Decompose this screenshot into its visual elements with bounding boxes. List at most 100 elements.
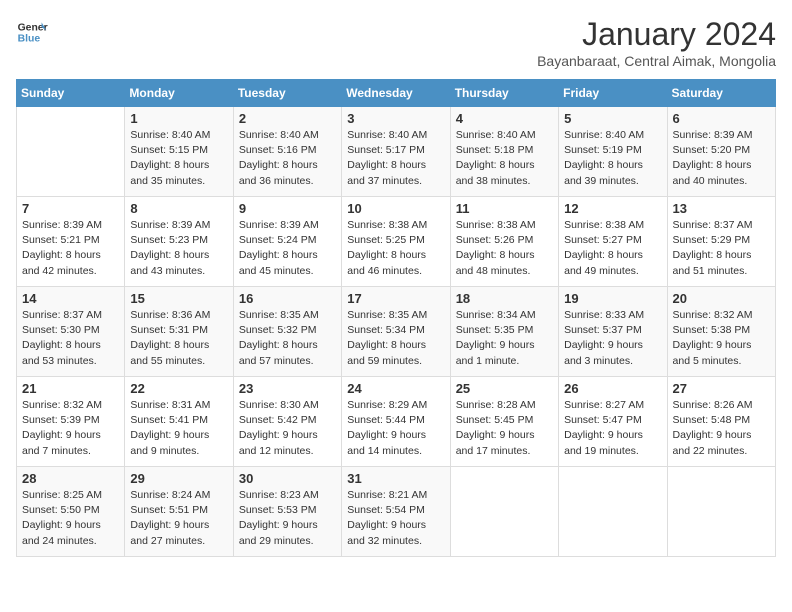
calendar-cell: 3 Sunrise: 8:40 AM Sunset: 5:17 PM Dayli… <box>342 107 450 197</box>
sunset-text: Sunset: 5:31 PM <box>130 324 208 336</box>
sunset-text: Sunset: 5:45 PM <box>456 414 534 426</box>
daylight-text: Daylight: 8 hours and 35 minutes. <box>130 159 209 186</box>
daylight-text: Daylight: 8 hours and 57 minutes. <box>239 339 318 366</box>
sunrise-text: Sunrise: 8:21 AM <box>347 489 427 501</box>
sunrise-text: Sunrise: 8:40 AM <box>130 129 210 141</box>
day-number: 10 <box>347 201 444 216</box>
sunset-text: Sunset: 5:17 PM <box>347 144 425 156</box>
day-number: 15 <box>130 291 227 306</box>
day-info: Sunrise: 8:38 AM Sunset: 5:26 PM Dayligh… <box>456 218 553 279</box>
day-number: 23 <box>239 381 336 396</box>
day-info: Sunrise: 8:34 AM Sunset: 5:35 PM Dayligh… <box>456 308 553 369</box>
logo-icon: General Blue <box>16 16 48 48</box>
daylight-text: Daylight: 8 hours and 38 minutes. <box>456 159 535 186</box>
sunset-text: Sunset: 5:47 PM <box>564 414 642 426</box>
sunrise-text: Sunrise: 8:38 AM <box>347 219 427 231</box>
daylight-text: Daylight: 9 hours and 27 minutes. <box>130 519 209 546</box>
calendar-cell: 31 Sunrise: 8:21 AM Sunset: 5:54 PM Dayl… <box>342 467 450 557</box>
calendar-cell: 8 Sunrise: 8:39 AM Sunset: 5:23 PM Dayli… <box>125 197 233 287</box>
sunrise-text: Sunrise: 8:34 AM <box>456 309 536 321</box>
daylight-text: Daylight: 9 hours and 14 minutes. <box>347 429 426 456</box>
day-number: 16 <box>239 291 336 306</box>
calendar-cell <box>450 467 558 557</box>
sunset-text: Sunset: 5:30 PM <box>22 324 100 336</box>
calendar-cell <box>17 107 125 197</box>
month-title: January 2024 <box>537 16 776 53</box>
day-info: Sunrise: 8:40 AM Sunset: 5:19 PM Dayligh… <box>564 128 661 189</box>
calendar-cell: 22 Sunrise: 8:31 AM Sunset: 5:41 PM Dayl… <box>125 377 233 467</box>
calendar-cell: 29 Sunrise: 8:24 AM Sunset: 5:51 PM Dayl… <box>125 467 233 557</box>
sunset-text: Sunset: 5:51 PM <box>130 504 208 516</box>
calendar-cell: 14 Sunrise: 8:37 AM Sunset: 5:30 PM Dayl… <box>17 287 125 377</box>
sunset-text: Sunset: 5:44 PM <box>347 414 425 426</box>
calendar-cell: 17 Sunrise: 8:35 AM Sunset: 5:34 PM Dayl… <box>342 287 450 377</box>
sunset-text: Sunset: 5:48 PM <box>673 414 751 426</box>
day-info: Sunrise: 8:40 AM Sunset: 5:17 PM Dayligh… <box>347 128 444 189</box>
calendar-cell: 4 Sunrise: 8:40 AM Sunset: 5:18 PM Dayli… <box>450 107 558 197</box>
day-number: 18 <box>456 291 553 306</box>
sunrise-text: Sunrise: 8:31 AM <box>130 399 210 411</box>
header-tuesday: Tuesday <box>233 80 341 107</box>
day-info: Sunrise: 8:24 AM Sunset: 5:51 PM Dayligh… <box>130 488 227 549</box>
sunset-text: Sunset: 5:20 PM <box>673 144 751 156</box>
day-number: 3 <box>347 111 444 126</box>
calendar-cell: 13 Sunrise: 8:37 AM Sunset: 5:29 PM Dayl… <box>667 197 775 287</box>
sunset-text: Sunset: 5:23 PM <box>130 234 208 246</box>
daylight-text: Daylight: 8 hours and 39 minutes. <box>564 159 643 186</box>
calendar-table: Sunday Monday Tuesday Wednesday Thursday… <box>16 79 776 557</box>
day-number: 21 <box>22 381 119 396</box>
header-monday: Monday <box>125 80 233 107</box>
day-number: 4 <box>456 111 553 126</box>
day-info: Sunrise: 8:28 AM Sunset: 5:45 PM Dayligh… <box>456 398 553 459</box>
day-number: 22 <box>130 381 227 396</box>
calendar-week-row: 14 Sunrise: 8:37 AM Sunset: 5:30 PM Dayl… <box>17 287 776 377</box>
sunset-text: Sunset: 5:24 PM <box>239 234 317 246</box>
sunrise-text: Sunrise: 8:35 AM <box>347 309 427 321</box>
calendar-cell: 20 Sunrise: 8:32 AM Sunset: 5:38 PM Dayl… <box>667 287 775 377</box>
sunrise-text: Sunrise: 8:23 AM <box>239 489 319 501</box>
header-thursday: Thursday <box>450 80 558 107</box>
day-number: 20 <box>673 291 770 306</box>
day-info: Sunrise: 8:32 AM Sunset: 5:38 PM Dayligh… <box>673 308 770 369</box>
sunset-text: Sunset: 5:41 PM <box>130 414 208 426</box>
day-info: Sunrise: 8:33 AM Sunset: 5:37 PM Dayligh… <box>564 308 661 369</box>
calendar-week-row: 21 Sunrise: 8:32 AM Sunset: 5:39 PM Dayl… <box>17 377 776 467</box>
sunrise-text: Sunrise: 8:38 AM <box>456 219 536 231</box>
day-info: Sunrise: 8:39 AM Sunset: 5:24 PM Dayligh… <box>239 218 336 279</box>
daylight-text: Daylight: 8 hours and 51 minutes. <box>673 249 752 276</box>
sunset-text: Sunset: 5:34 PM <box>347 324 425 336</box>
daylight-text: Daylight: 8 hours and 48 minutes. <box>456 249 535 276</box>
day-info: Sunrise: 8:39 AM Sunset: 5:20 PM Dayligh… <box>673 128 770 189</box>
day-number: 8 <box>130 201 227 216</box>
sunset-text: Sunset: 5:39 PM <box>22 414 100 426</box>
day-number: 11 <box>456 201 553 216</box>
daylight-text: Daylight: 9 hours and 24 minutes. <box>22 519 101 546</box>
calendar-week-row: 7 Sunrise: 8:39 AM Sunset: 5:21 PM Dayli… <box>17 197 776 287</box>
title-section: January 2024 Bayanbaraat, Central Aimak,… <box>537 16 776 69</box>
calendar-cell: 25 Sunrise: 8:28 AM Sunset: 5:45 PM Dayl… <box>450 377 558 467</box>
sunset-text: Sunset: 5:26 PM <box>456 234 534 246</box>
sunrise-text: Sunrise: 8:36 AM <box>130 309 210 321</box>
day-number: 9 <box>239 201 336 216</box>
sunset-text: Sunset: 5:25 PM <box>347 234 425 246</box>
day-number: 28 <box>22 471 119 486</box>
day-number: 26 <box>564 381 661 396</box>
calendar-cell: 27 Sunrise: 8:26 AM Sunset: 5:48 PM Dayl… <box>667 377 775 467</box>
day-number: 31 <box>347 471 444 486</box>
day-info: Sunrise: 8:29 AM Sunset: 5:44 PM Dayligh… <box>347 398 444 459</box>
sunset-text: Sunset: 5:37 PM <box>564 324 642 336</box>
sunrise-text: Sunrise: 8:27 AM <box>564 399 644 411</box>
sunrise-text: Sunrise: 8:32 AM <box>673 309 753 321</box>
sunset-text: Sunset: 5:35 PM <box>456 324 534 336</box>
daylight-text: Daylight: 8 hours and 37 minutes. <box>347 159 426 186</box>
sunrise-text: Sunrise: 8:37 AM <box>22 309 102 321</box>
sunrise-text: Sunrise: 8:30 AM <box>239 399 319 411</box>
sunset-text: Sunset: 5:27 PM <box>564 234 642 246</box>
sunrise-text: Sunrise: 8:33 AM <box>564 309 644 321</box>
calendar-cell: 26 Sunrise: 8:27 AM Sunset: 5:47 PM Dayl… <box>559 377 667 467</box>
daylight-text: Daylight: 8 hours and 59 minutes. <box>347 339 426 366</box>
sunset-text: Sunset: 5:53 PM <box>239 504 317 516</box>
sunrise-text: Sunrise: 8:39 AM <box>673 129 753 141</box>
day-info: Sunrise: 8:35 AM Sunset: 5:34 PM Dayligh… <box>347 308 444 369</box>
sunrise-text: Sunrise: 8:39 AM <box>239 219 319 231</box>
